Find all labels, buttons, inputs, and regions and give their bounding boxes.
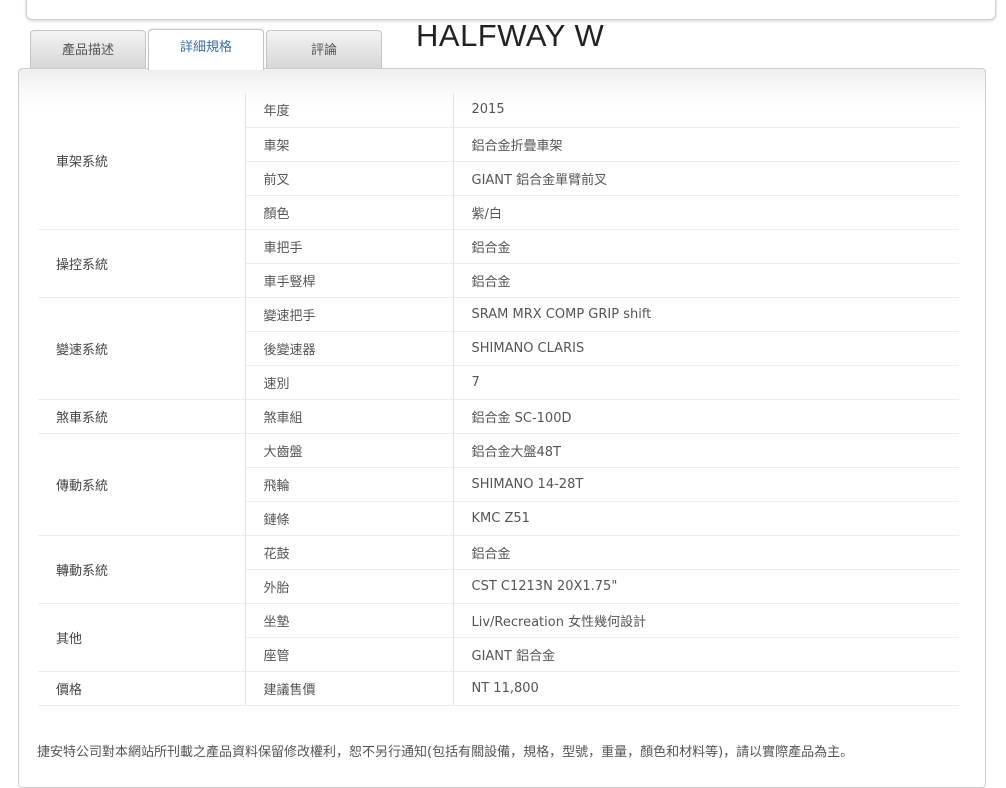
disclaimer: 捷安特公司對本網站所刊載之產品資料保留修改權利，恕不另行通知(包括有關設備，規格… [37, 745, 854, 760]
tab-specifications[interactable]: 詳細規格 [148, 29, 264, 70]
spec-item: 後變速器 [244, 331, 453, 366]
spec-value: 7 [452, 365, 959, 400]
spec-category: 轉動系統 [38, 535, 245, 604]
spec-value: KMC Z51 [452, 501, 959, 536]
spec-item: 變速把手 [244, 297, 453, 332]
spec-category: 煞車系統 [38, 399, 245, 434]
spec-row: 轉動系統 花鼓 鋁合金 [38, 535, 959, 604]
spec-row: 車架系統 年度 2015 [38, 93, 959, 230]
top-card [26, 0, 996, 20]
product-title: HALFWAY W [416, 18, 605, 53]
spec-item: 車把手 [244, 229, 453, 264]
spec-category: 操控系統 [38, 229, 245, 298]
spec-item: 車架 [244, 127, 453, 162]
spec-item: 顏色 [244, 195, 453, 230]
tab-description[interactable]: 產品描述 [30, 30, 146, 68]
spec-value: 鋁合金 [452, 229, 959, 264]
spec-value: GIANT 鋁合金 [452, 637, 959, 672]
spec-value: 2015 [452, 93, 959, 128]
spec-item: 花鼓 [244, 535, 453, 570]
spec-value: SHIMANO 14-28T [452, 467, 959, 502]
spec-item: 車手豎桿 [244, 263, 453, 298]
spec-category: 車架系統 [38, 93, 245, 230]
spec-item: 大齒盤 [244, 433, 453, 468]
spec-item: 坐墊 [244, 603, 453, 638]
spec-table: 車架系統 年度 2015 車架 鋁合金折疊車架 前叉 GIANT 鋁合金單臂前叉 顏色 紫/白操… [38, 93, 959, 706]
spec-row: 操控系統 車把手 鋁合金 [38, 229, 959, 298]
spec-item: 煞車組 [244, 399, 453, 434]
spec-value: 鋁合金折疊車架 [452, 127, 959, 162]
spec-item: 鏈條 [244, 501, 453, 536]
spec-value: 鋁合金大盤48T [452, 433, 959, 468]
spec-value: 紫/白 [452, 195, 959, 230]
spec-category: 變速系統 [38, 297, 245, 400]
spec-row: 傳動系統 大齒盤 鋁合金大盤48T [38, 433, 959, 536]
spec-row: 煞車系統 煞車組 鋁合金 SC-100D [38, 399, 959, 434]
spec-value: NT 11,800 [452, 671, 959, 706]
spec-value: 鋁合金 [452, 263, 959, 298]
spec-value: Liv/Recreation 女性幾何設計 [452, 603, 959, 638]
spec-value: 鋁合金 SC-100D [452, 399, 959, 434]
spec-item: 外胎 [244, 569, 453, 604]
spec-item: 座管 [244, 637, 453, 672]
spec-category: 價格 [38, 671, 245, 706]
tab-reviews[interactable]: 評論 [266, 30, 382, 68]
spec-item: 飛輪 [244, 467, 453, 502]
spec-value: SRAM MRX COMP GRIP shift [452, 297, 959, 332]
spec-item: 年度 [244, 93, 453, 128]
spec-row: 價格 建議售價 NT 11,800 [38, 671, 959, 706]
spec-value: GIANT 鋁合金單臂前叉 [452, 161, 959, 196]
spec-item: 前叉 [244, 161, 453, 196]
spec-row: 其他 坐墊 Liv/Recreation 女性幾何設計 [38, 603, 959, 672]
spec-value: SHIMANO CLARIS [452, 331, 959, 366]
spec-category: 其他 [38, 603, 245, 672]
spec-value: 鋁合金 [452, 535, 959, 570]
spec-value: CST C1213N 20X1.75" [452, 569, 959, 604]
spec-item: 速別 [244, 365, 453, 400]
spec-row: 變速系統 變速把手 SRAM MRX COMP GRIP shift [38, 297, 959, 400]
spec-category: 傳動系統 [38, 433, 245, 536]
spec-item: 建議售價 [244, 671, 453, 706]
